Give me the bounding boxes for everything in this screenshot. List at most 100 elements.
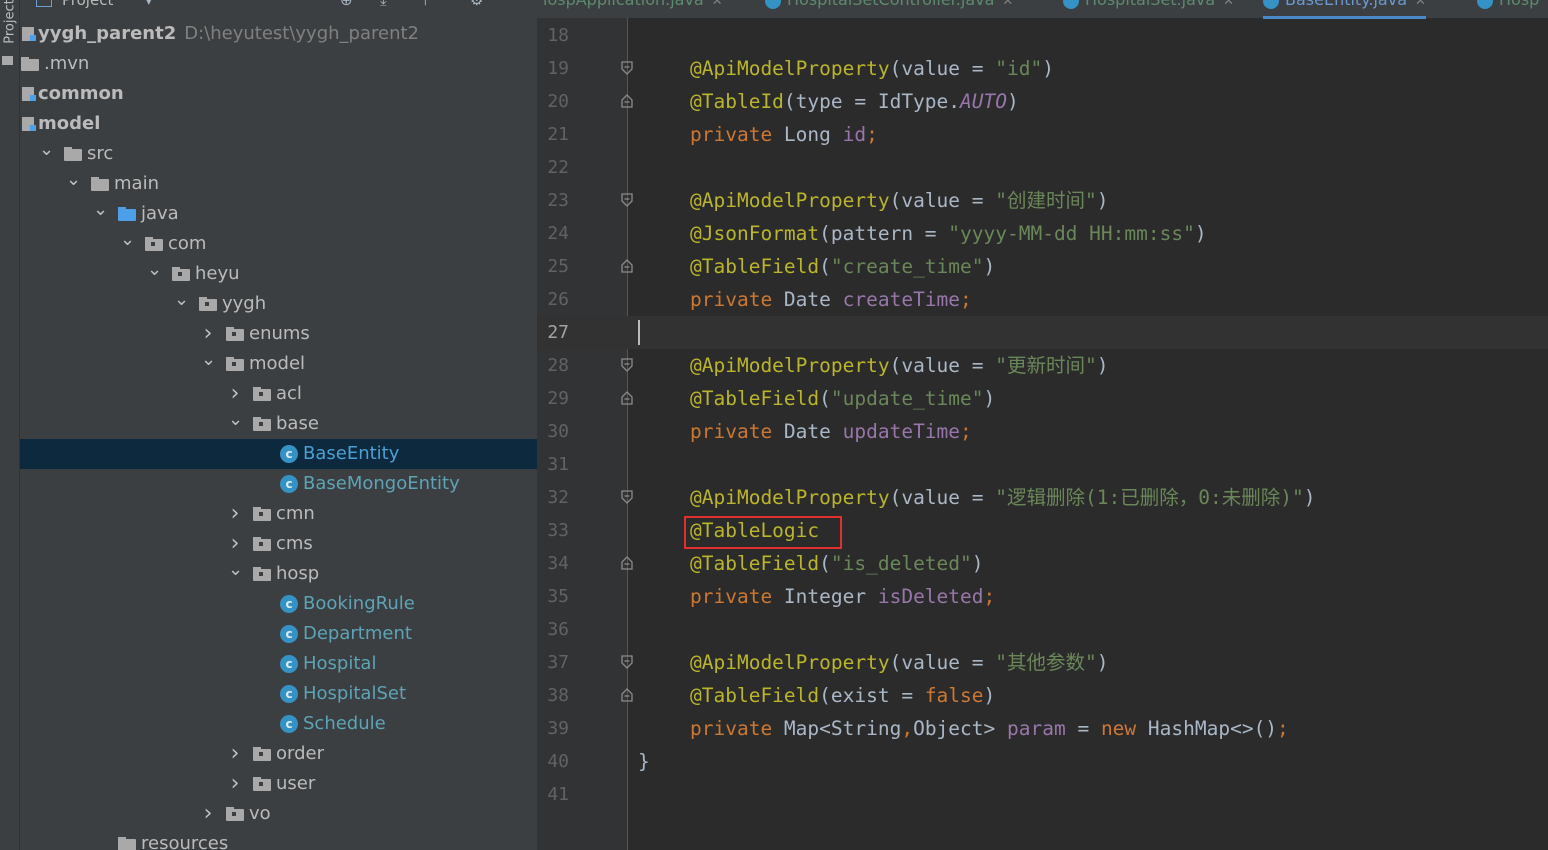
tree-item[interactable]: c BookingRule [20,589,537,619]
code-line[interactable]: 26 private Date createTime; [537,283,1548,316]
tree-item[interactable]: ⌄ model [20,349,537,379]
fold-open-icon[interactable] [621,193,633,207]
close-icon[interactable]: ✕ [1415,0,1426,9]
chevron-down-icon[interactable]: ⌄ [93,199,108,229]
code-line[interactable]: 20 @TableId(type = IdType.AUTO) [537,85,1548,118]
tree-item[interactable]: › user [20,769,537,799]
code-line[interactable]: 36 [537,613,1548,646]
chevron-down-icon[interactable]: ⌄ [147,259,162,289]
chevron-right-icon[interactable]: › [228,499,242,529]
tree-item[interactable]: › cmn [20,499,537,529]
chevron-down-icon[interactable]: ⌄ [228,409,243,439]
code-line[interactable]: 29 @TableField("update_time") [537,382,1548,415]
expand-all-icon[interactable]: ⤓ [380,0,387,9]
fold-close-icon[interactable] [621,688,633,702]
code-line[interactable]: 25 @TableField("create_time") [537,250,1548,283]
tree-item[interactable]: › enums [20,319,537,349]
tree-item[interactable]: c HospitalSet [20,679,537,709]
tree-item[interactable]: resources [20,829,537,850]
class-icon: c [280,715,298,733]
editor-tab[interactable]: iospApplication.java ✕ [543,0,723,16]
chevron-right-icon[interactable]: › [201,319,215,349]
chevron-right-icon[interactable]: › [228,769,242,799]
tree-item[interactable]: c BaseEntity [20,439,537,469]
tree-item[interactable]: ⌄ heyu [20,259,537,289]
tree-item[interactable]: ⌄ java [20,199,537,229]
editor-tab[interactable]: HospitalSetController.java ✕ [765,0,1013,16]
tree-item[interactable]: › vo [20,799,537,829]
tree-item[interactable]: ⌄ hosp [20,559,537,589]
code-line[interactable]: 41 [537,778,1548,811]
code-line[interactable]: 21 private Long id; [537,118,1548,151]
code-line[interactable]: 27 [537,316,1548,349]
editor-tab-bar: iospApplication.java✕ HospitalSetControll… [537,0,1548,19]
tree-item[interactable]: common [20,79,537,109]
tree-item[interactable]: › acl [20,379,537,409]
tree-item[interactable]: ⌄ yygh [20,289,537,319]
locate-target-icon[interactable]: ⊕ [340,0,353,9]
fold-open-icon[interactable] [621,490,633,504]
tree-item[interactable]: c Schedule [20,709,537,739]
code-line[interactable]: 38 @TableField(exist = false) [537,679,1548,712]
editor-tab[interactable]: HospitalSet.java ✕ [1063,0,1234,16]
collapse-all-icon[interactable]: ⤒ [422,0,429,9]
tree-item[interactable]: c Hospital [20,649,537,679]
chevron-down-icon[interactable]: ⌄ [120,229,135,259]
code-line[interactable]: 39 private Map<String,Object> param = new… [537,712,1548,745]
tree-item[interactable]: › cms [20,529,537,559]
package-icon [226,357,244,371]
chevron-right-icon[interactable]: › [228,739,242,769]
chevron-right-icon[interactable]: › [201,799,215,829]
code-line[interactable]: 35 private Integer isDeleted; [537,580,1548,613]
chevron-down-icon[interactable]: ⌄ [174,289,189,319]
code-line[interactable]: 28 @ApiModelProperty(value = "更新时间") [537,349,1548,382]
close-icon[interactable]: ✕ [1002,0,1013,9]
tree-item[interactable]: yygh_parent2 D:\heyutest\yygh_parent2 [20,19,537,49]
tree-item[interactable]: ⌄ com [20,229,537,259]
code-line[interactable]: 22 [537,151,1548,184]
tree-item[interactable]: ⌄ main [20,169,537,199]
fold-open-icon[interactable] [621,655,633,669]
project-strip-label[interactable]: Project [3,0,18,44]
project-tool-window-strip[interactable]: Project [0,0,20,850]
close-icon[interactable]: ✕ [1223,0,1234,9]
editor-tab[interactable]: Hosp [1477,0,1539,16]
code-line[interactable]: 31 [537,448,1548,481]
tree-item[interactable]: model [20,109,537,139]
tree-item[interactable]: ⌄ base [20,409,537,439]
chevron-down-icon[interactable]: ⌄ [228,559,243,589]
chevron-down-icon[interactable]: ⌄ [201,349,216,379]
code-line[interactable]: 24 @JsonFormat(pattern = "yyyy-MM-dd HH:m… [537,217,1548,250]
tree-item[interactable]: c Department [20,619,537,649]
tree-item[interactable]: .mvn [20,49,537,79]
code-line[interactable]: 32 @ApiModelProperty(value = "逻辑删除(1:已删除，… [537,481,1548,514]
tree-item[interactable]: c BaseMongoEntity [20,469,537,499]
code-text: @TableField("is_deleted") [690,552,984,575]
chevron-down-icon[interactable]: ⌄ [39,139,54,169]
chevron-right-icon[interactable]: › [228,529,242,559]
tree-item[interactable]: ⌄ src [20,139,537,169]
chevron-down-icon[interactable]: ⌄ [66,169,81,199]
fold-close-icon[interactable] [621,259,633,273]
editor-tab[interactable]: BaseEntity.java ✕ [1263,0,1426,19]
view-dropdown-chevron-icon[interactable]: ▾ [145,0,153,9]
fold-close-icon[interactable] [621,391,633,405]
close-icon[interactable]: ✕ [712,0,723,9]
fold-close-icon[interactable] [621,94,633,108]
code-line[interactable]: 37 @ApiModelProperty(value = "其他参数") [537,646,1548,679]
fold-open-icon[interactable] [621,61,633,75]
fold-open-icon[interactable] [621,358,633,372]
code-line[interactable]: 18 [537,19,1548,52]
tree-item[interactable]: › order [20,739,537,769]
chevron-right-icon[interactable]: › [228,379,242,409]
project-panel-header: Project ▾ ⊕ ⤓ ⤒ ⚙ [20,0,537,9]
code-line[interactable]: 34 @TableField("is_deleted") [537,547,1548,580]
code-line[interactable]: 40} [537,745,1548,778]
gear-icon[interactable]: ⚙ [470,0,483,9]
code-line[interactable]: 19 @ApiModelProperty(value = "id") [537,52,1548,85]
structure-strip-icon[interactable] [2,56,13,65]
code-line[interactable]: 30 private Date updateTime; [537,415,1548,448]
code-line[interactable]: 23 @ApiModelProperty(value = "创建时间") [537,184,1548,217]
project-panel-title[interactable]: Project [62,0,113,9]
fold-close-icon[interactable] [621,556,633,570]
